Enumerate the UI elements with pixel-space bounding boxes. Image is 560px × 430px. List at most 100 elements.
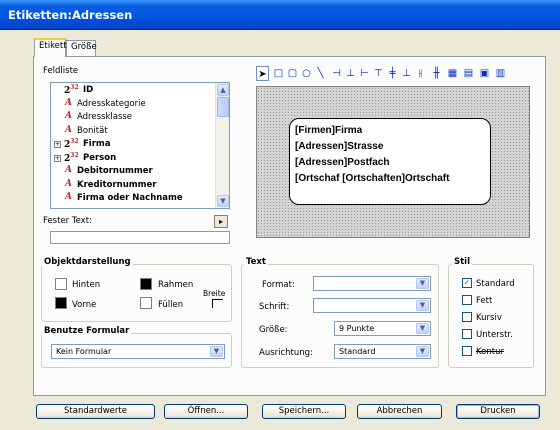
stil-option-label: Unterstr. xyxy=(476,330,513,340)
align-bottom-icon[interactable]: ⊥ xyxy=(400,66,413,81)
stil-checkbox[interactable] xyxy=(462,346,472,356)
label-line[interactable]: [Firmen]Firma xyxy=(295,125,362,136)
grid-icon[interactable]: ▥ xyxy=(494,66,507,81)
fieldlist-label: Feldliste xyxy=(43,66,79,76)
chevron-down-icon[interactable]: ▼ xyxy=(416,346,429,357)
rahmen-swatch[interactable] xyxy=(140,278,152,290)
tab-etikett[interactable]: Etikett xyxy=(34,38,67,57)
schrift-label: Schrift: xyxy=(259,302,290,312)
stil-option-label: Kontur xyxy=(476,347,504,357)
number-field-icon: 232 xyxy=(64,152,79,164)
text-field-icon: A xyxy=(65,165,72,175)
scroll-down-icon[interactable]: ▼ xyxy=(217,195,229,207)
groesse-value: 9 Punkte xyxy=(339,324,375,333)
text-field-icon: A xyxy=(65,97,72,108)
window-title: Etiketten:Adressen xyxy=(8,8,133,22)
line-tool-icon[interactable]: ╲ xyxy=(314,66,327,81)
label-preview[interactable]: [Firmen]Firma [Adressen]Strasse [Adresse… xyxy=(289,118,491,205)
fieldlist-item-label: Bonität xyxy=(77,125,108,136)
chevron-down-icon[interactable]: ▼ xyxy=(416,300,429,311)
ausrichtung-label: Ausrichtung: xyxy=(259,348,313,358)
stil-checkbox[interactable] xyxy=(462,329,472,339)
align-top-icon[interactable]: ⊤ xyxy=(372,66,385,81)
oeffnen-button[interactable]: Öffnen... xyxy=(164,404,248,419)
scroll-up-icon[interactable]: ▲ xyxy=(217,84,229,96)
speichern-button[interactable]: Speichern... xyxy=(262,404,346,419)
fieldlist-item-label: Debitornummer xyxy=(77,166,153,176)
chevron-down-icon[interactable]: ▼ xyxy=(210,346,223,357)
ausrichtung-value: Standard xyxy=(339,347,376,356)
groesse-select[interactable]: 9 Punkte ▼ xyxy=(334,321,431,336)
format-select[interactable]: ▼ xyxy=(313,276,431,291)
oval-tool-icon[interactable]: ○ xyxy=(300,66,313,81)
distribute-v-icon[interactable]: ╫ xyxy=(430,66,443,81)
fieldlist-item-label: Adresskategorie xyxy=(77,98,146,109)
bring-front-icon[interactable]: ▤ xyxy=(462,66,475,81)
label-line[interactable]: [Ortschaf [Ortschaften]Ortschaft xyxy=(295,173,449,184)
ausrichtung-select[interactable]: Standard ▼ xyxy=(334,344,431,359)
text-field-icon: A xyxy=(65,178,72,189)
formular-value: Kein Formular xyxy=(56,347,112,356)
number-field-icon: 232 xyxy=(64,84,79,96)
fieldlist-item-label: Person xyxy=(83,152,117,163)
number-field-sup: 32 xyxy=(70,151,79,159)
stil-checkbox[interactable] xyxy=(462,295,472,305)
drucken-button[interactable]: Drucken xyxy=(456,404,540,419)
rounded-rect-tool-icon[interactable]: ▢ xyxy=(286,66,299,81)
rahmen-label: Rahmen xyxy=(158,280,194,290)
stil-option-label: Kursiv xyxy=(476,313,502,323)
fieldlist-item-label: ID xyxy=(83,85,94,95)
vorne-label: Vorne xyxy=(72,300,97,310)
insert-arrow-button[interactable]: ▸ xyxy=(214,215,228,228)
stil-option-label: Fett xyxy=(476,296,493,306)
number-field-sup: 32 xyxy=(70,138,79,145)
formular-select[interactable]: Kein Formular ▼ xyxy=(51,344,225,359)
align-right-icon[interactable]: ⊢ xyxy=(358,66,371,81)
text-field-icon: A xyxy=(65,192,72,202)
formular-title: Benutze Formular xyxy=(42,326,132,336)
text-field-icon: A xyxy=(65,124,72,135)
fixed-text-input[interactable] xyxy=(50,231,230,244)
fieldlist-item-label: Firma xyxy=(83,139,111,149)
pointer-tool-icon[interactable]: ➤ xyxy=(256,66,269,81)
rectangle-tool-icon[interactable]: □ xyxy=(272,66,285,81)
label-line[interactable]: [Adressen]Postfach xyxy=(295,157,389,168)
breite-label: Breite xyxy=(203,289,226,298)
distribute-h-icon[interactable]: ⫲ xyxy=(414,66,427,81)
hinten-label: Hinten xyxy=(72,280,101,290)
stil-checkbox[interactable]: ✓ xyxy=(462,278,472,288)
stil-checkbox[interactable] xyxy=(462,312,472,322)
group-icon[interactable]: ▣ xyxy=(478,66,491,81)
groesse-label: Größe: xyxy=(259,325,288,335)
fuellen-swatch[interactable] xyxy=(140,297,152,309)
align-center-h-icon[interactable]: ⊥ xyxy=(344,66,357,81)
number-field-sup: 32 xyxy=(70,84,79,91)
vorne-swatch[interactable] xyxy=(55,297,67,309)
standardwerte-button[interactable]: Standardwerte xyxy=(36,404,155,419)
schrift-select[interactable]: ▼ xyxy=(313,298,431,313)
fieldlist-item-label: Kreditornummer xyxy=(77,179,157,190)
title-bar: Etiketten:Adressen xyxy=(0,0,560,30)
send-back-icon[interactable]: ▦ xyxy=(446,66,459,81)
text-group-title: Text xyxy=(244,257,268,267)
fixed-text-label: Fester Text: xyxy=(43,216,92,226)
fieldlist-scrollbar[interactable]: ▲ ▼ xyxy=(215,83,229,208)
expand-icon[interactable]: + xyxy=(54,154,61,162)
drawing-toolbar: ➤ □ ▢ ○ ╲ ⊣ ⊥ ⊢ ⊤ ╪ ⊥ ⫲ ╫ ▦ ▤ ▣ ▥ xyxy=(256,66,532,83)
chevron-down-icon[interactable]: ▼ xyxy=(416,323,429,334)
line-width-icon[interactable] xyxy=(212,299,223,308)
fieldlist[interactable]: 232 ID A Adresskategorie A Adressklasse A Bonit… xyxy=(50,82,230,209)
align-middle-icon[interactable]: ╪ xyxy=(386,66,399,81)
abbrechen-button[interactable]: Abbrechen xyxy=(357,404,442,419)
align-left-icon[interactable]: ⊣ xyxy=(330,66,343,81)
chevron-down-icon[interactable]: ▼ xyxy=(416,278,429,289)
scroll-thumb[interactable] xyxy=(217,97,229,117)
stil-title: Stil xyxy=(452,257,473,267)
label-line[interactable]: [Adressen]Strasse xyxy=(295,141,383,152)
objektdarstellung-title: Objektdarstellung xyxy=(42,257,133,267)
hinten-swatch[interactable] xyxy=(55,278,67,290)
stil-option-label: Standard xyxy=(476,279,515,289)
number-field-icon: 232 xyxy=(64,138,79,150)
tab-groesse[interactable]: Größe xyxy=(66,40,97,56)
expand-icon[interactable]: + xyxy=(54,141,61,148)
